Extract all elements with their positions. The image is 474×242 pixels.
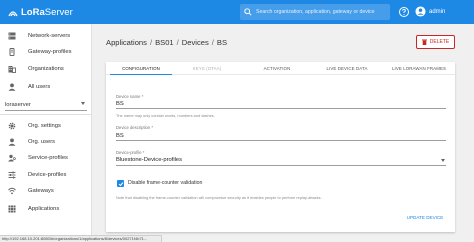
- breadcrumb-applications[interactable]: Applications: [106, 38, 147, 47]
- sidebar-item-gateways[interactable]: Gateways: [0, 184, 92, 197]
- sidebar-divider: [0, 114, 92, 115]
- apps-icon: [6, 204, 18, 213]
- sidebar-item-label: Gateways: [28, 187, 54, 194]
- sidebar-item-org-settings[interactable]: Org. settings: [0, 119, 92, 132]
- tab-label: KEYS (OTAA): [192, 66, 222, 71]
- trash-icon: [421, 39, 427, 45]
- device-description-label: Device description *: [116, 125, 154, 130]
- tab-activation[interactable]: ACTIVATION: [246, 62, 308, 75]
- sidebar-item-organizations[interactable]: Organizations: [0, 62, 92, 75]
- breadcrumb-separator: /: [149, 38, 153, 47]
- wifi-icon: [6, 186, 18, 195]
- sidebar-item-label: Org. settings: [28, 122, 61, 129]
- sidebar-item-applications[interactable]: Applications: [0, 202, 92, 215]
- sidebar-item-label: Applications: [28, 205, 60, 212]
- organization-select-value: loraserver: [5, 101, 31, 108]
- sidebar-item-all-users[interactable]: All users: [0, 80, 92, 93]
- username: admin: [429, 8, 446, 15]
- browser-status-url: http://192.168.10.201:8080/#/organizatio…: [0, 235, 162, 242]
- sidebar-item-label: Device-profiles: [28, 171, 67, 178]
- breadcrumb-separator: /: [211, 38, 214, 47]
- delete-button[interactable]: DELETE: [416, 35, 455, 49]
- update-device-button[interactable]: UPDATE DEVICE: [402, 212, 448, 222]
- help-icon[interactable]: [399, 7, 409, 17]
- breadcrumb-current-device: BS: [216, 38, 228, 47]
- sidebar-item-label: Network-servers: [28, 32, 71, 39]
- lora-logo-icon: [8, 11, 18, 17]
- device-profile-select[interactable]: Bluestone-Device-profiles: [116, 156, 446, 166]
- tab-live-lorawan-frames[interactable]: LIVE LORAWAN FRAMES: [386, 62, 452, 75]
- search-icon: [244, 8, 252, 16]
- tune-icon: [6, 170, 18, 179]
- breadcrumb-separator: /: [176, 38, 179, 47]
- logo-text-server: Server: [44, 6, 73, 18]
- sidebar-item-label: Org. users: [28, 138, 56, 145]
- device-description-field[interactable]: [116, 132, 446, 141]
- gear-icon: [6, 121, 18, 130]
- sidebar-item-label: All users: [28, 83, 51, 90]
- tab-label: CONFIGURATION: [122, 65, 160, 71]
- breadcrumb-application[interactable]: BS01: [155, 38, 174, 47]
- device-name-label: Device name *: [116, 94, 144, 99]
- device-name-help: The name may only contain words, numbers…: [116, 113, 215, 118]
- gateway-icon: [6, 47, 18, 56]
- device-name-field[interactable]: [116, 100, 446, 109]
- device-profile-label: Device-profile *: [116, 150, 145, 155]
- tab-configuration[interactable]: CONFIGURATION: [110, 62, 172, 75]
- checkmark-icon: [118, 181, 123, 186]
- sidebar-item-network-servers[interactable]: Network-servers: [0, 29, 92, 42]
- search-input[interactable]: [256, 9, 390, 15]
- chevron-down-icon: [81, 102, 85, 105]
- chevron-down-icon: [441, 159, 445, 162]
- disable-fcnt-checkbox[interactable]: [117, 180, 124, 187]
- device-form-card: CONFIGURATION KEYS (OTAA) ACTIVATION LIV…: [106, 62, 455, 232]
- sidebar-item-gateway-profiles[interactable]: Gateway-profiles: [0, 45, 92, 58]
- account-circle-icon: [415, 6, 426, 17]
- breadcrumb-devices[interactable]: Devices: [182, 38, 209, 47]
- sidebar-item-label: Service-profiles: [28, 154, 68, 161]
- delete-button-label: DELETE: [429, 39, 450, 45]
- breadcrumb: Applications / BS01 / Devices / BS: [106, 38, 227, 47]
- app-header: LoRaServer admin: [0, 0, 474, 24]
- tab-bar: CONFIGURATION KEYS (OTAA) ACTIVATION LIV…: [106, 62, 455, 75]
- account-icon: [6, 82, 18, 91]
- account-key-icon: [6, 153, 18, 162]
- sidebar: Network-servers Gateway-profiles Organiz…: [0, 24, 92, 242]
- user-menu[interactable]: admin: [415, 6, 445, 17]
- server-icon: [6, 31, 18, 40]
- account-icon: [6, 137, 18, 146]
- lora-server-logo[interactable]: LoRa Server: [7, 6, 73, 18]
- tab-keys-otaa: KEYS (OTAA): [176, 62, 238, 75]
- sidebar-item-org-users[interactable]: Org. users: [0, 135, 92, 148]
- search-box[interactable]: [240, 4, 390, 20]
- sidebar-item-service-profiles[interactable]: Service-profiles: [0, 151, 92, 164]
- sidebar-item-device-profiles[interactable]: Device-profiles: [0, 168, 92, 181]
- fcnt-warning-note: Note that disabling the frame-counter va…: [116, 195, 322, 200]
- tab-label: ACTIVATION: [263, 66, 291, 71]
- tab-label: LIVE LORAWAN FRAMES: [391, 66, 447, 71]
- sidebar-item-label: Gateway-profiles: [28, 48, 72, 55]
- disable-fcnt-label[interactable]: Disable frame-counter validation: [128, 180, 202, 187]
- device-profile-value: Bluestone-Device-profiles: [116, 157, 183, 163]
- tab-live-device-data[interactable]: LIVE DEVICE DATA: [316, 62, 378, 75]
- logo-text-lora: LoRa: [21, 6, 45, 18]
- domain-icon: [6, 64, 18, 73]
- sidebar-item-label: Organizations: [28, 65, 64, 72]
- organization-select[interactable]: loraserver: [5, 99, 87, 111]
- tab-label: LIVE DEVICE DATA: [326, 66, 368, 71]
